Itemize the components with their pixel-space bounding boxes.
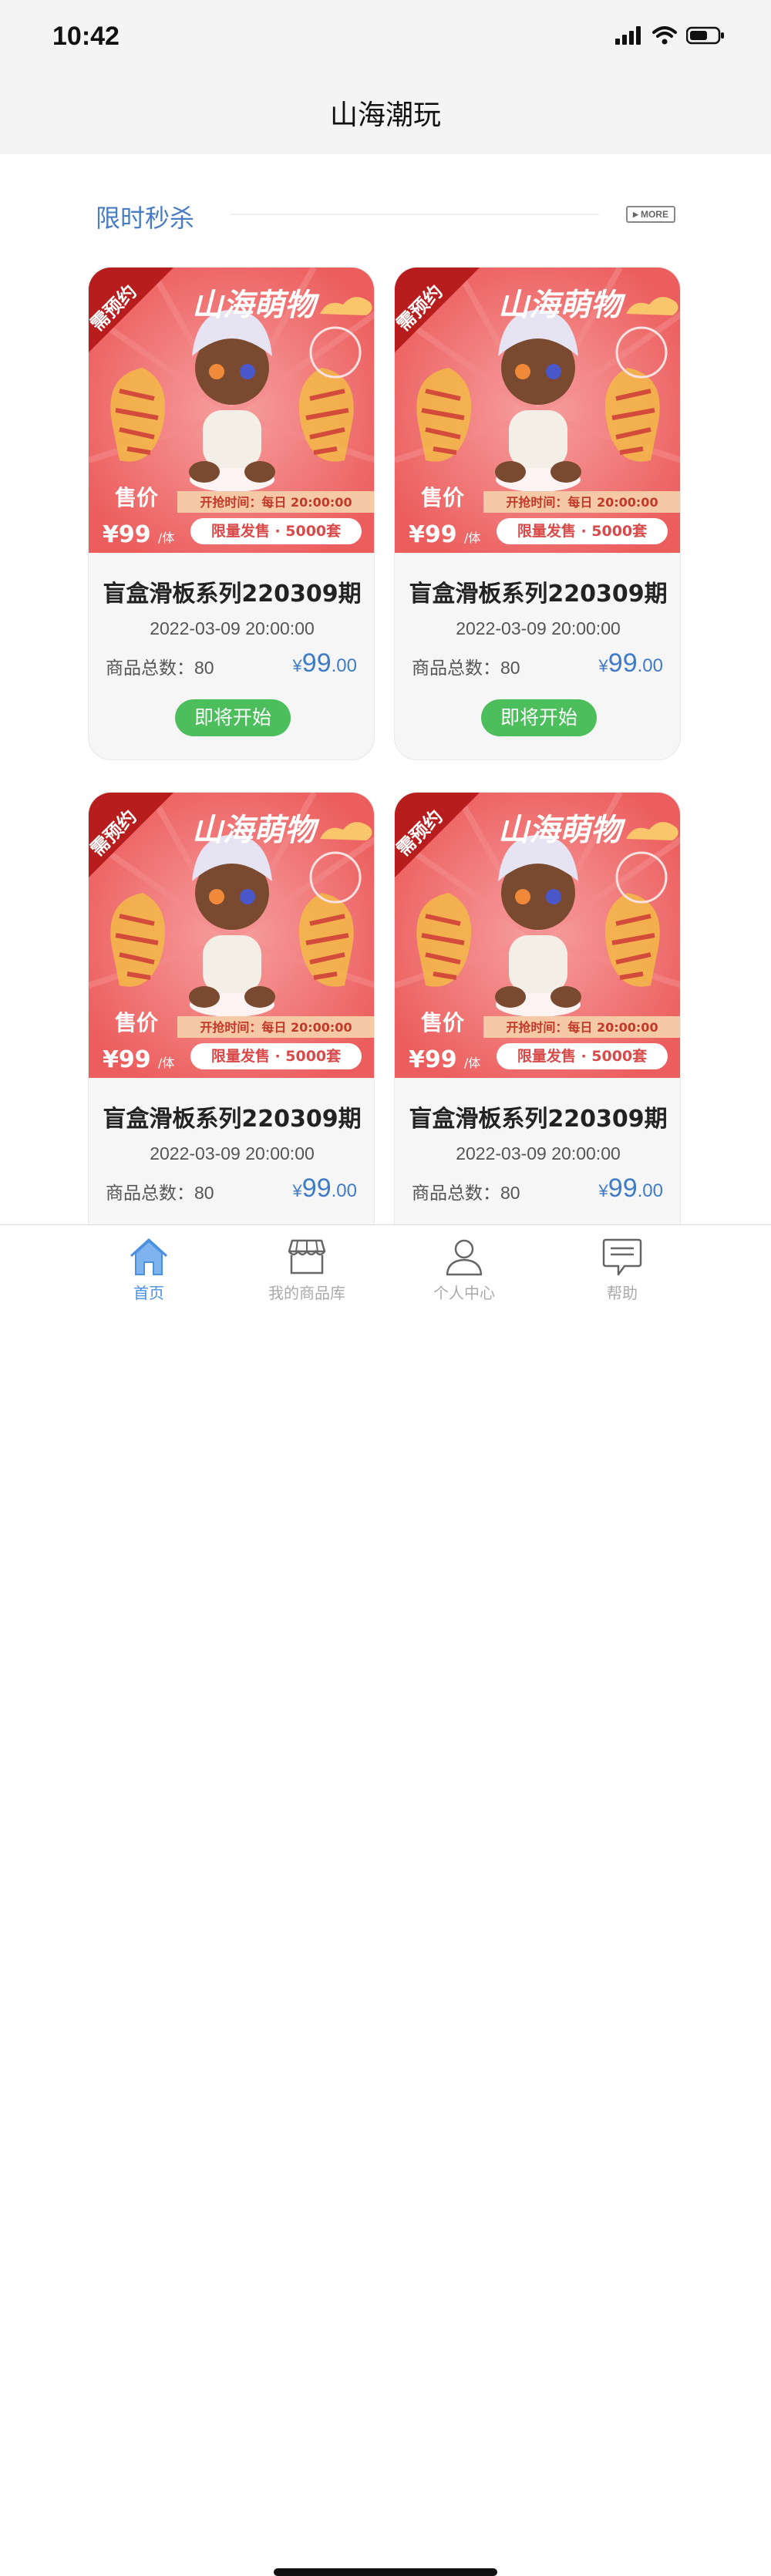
- poster-title: 山海萌物: [192, 812, 320, 848]
- poster-price: ¥99: [103, 1046, 151, 1073]
- price-symbol: ¥: [292, 1181, 302, 1200]
- section-header: 限时秒杀 ▶ MORE: [96, 199, 675, 233]
- start-soon-button[interactable]: 即将开始: [175, 699, 291, 736]
- nav-bar: 山海潮玩: [0, 77, 771, 154]
- tab-home-label: 首页: [133, 1284, 164, 1302]
- product-count-label: 商品总数：: [412, 1184, 500, 1204]
- battery-icon: [686, 26, 724, 45]
- product-card[interactable]: 需预约 山海萌物 开抢时间：每日 20:00:00 限量发售 · 5000套 售…: [394, 792, 681, 1285]
- more-button[interactable]: ▶ MORE: [626, 206, 675, 223]
- poster-price: ¥99: [409, 521, 457, 548]
- chat-icon: [602, 1238, 642, 1276]
- product-time: 2022-03-09 20:00:00: [456, 618, 621, 638]
- poster-open-time: 开抢时间：每日 20:00:00: [200, 495, 352, 510]
- poster-price: ¥99: [103, 521, 151, 548]
- status-bar: 10:42: [0, 0, 771, 77]
- poster-open-time: 开抢时间：每日 20:00:00: [200, 1020, 352, 1035]
- product-name: 盲盒滑板系列220309期: [409, 581, 668, 608]
- poster-price-label: 售价: [421, 1010, 465, 1035]
- tab-store-label: 我的商品库: [268, 1284, 345, 1302]
- price-symbol: ¥: [292, 656, 302, 675]
- home-icon: [130, 1238, 168, 1275]
- product-poster-image: 需预约 山海萌物 开抢时间：每日 20:00:00 限量发售 · 5000套 售…: [89, 268, 374, 553]
- poster-unit: /体: [464, 1056, 480, 1070]
- poster-limited: 限量发售 · 5000套: [517, 522, 648, 540]
- product-count: 商品总数：80: [412, 1178, 520, 1204]
- section-title: 限时秒杀: [96, 204, 195, 233]
- product-count: 商品总数：80: [412, 653, 520, 679]
- price-decimal: .00: [331, 1180, 357, 1201]
- price-integer: 99: [608, 648, 638, 678]
- product-name: 盲盒滑板系列220309期: [409, 1106, 668, 1133]
- product-poster-image: 需预约 山海萌物 开抢时间：每日 20:00:00 限量发售 · 5000套 售…: [89, 793, 374, 1078]
- product-count: 商品总数：80: [106, 1178, 214, 1204]
- poster-open-time: 开抢时间：每日 20:00:00: [506, 495, 658, 510]
- store-icon: [288, 1239, 326, 1275]
- poster-price-label: 售价: [115, 485, 159, 510]
- product-price: ¥99.00: [293, 1174, 357, 1204]
- product-count-value: 80: [500, 1183, 520, 1203]
- price-decimal: .00: [637, 1180, 663, 1201]
- status-icons: [615, 26, 725, 45]
- poster-limited: 限量发售 · 5000套: [211, 522, 342, 540]
- poster-price: ¥99: [409, 1046, 457, 1073]
- product-price: ¥99.00: [293, 648, 357, 679]
- user-icon: [446, 1239, 483, 1276]
- price-symbol: ¥: [598, 1181, 608, 1200]
- product-count-value: 80: [194, 1183, 214, 1203]
- tab-profile[interactable]: 个人中心: [402, 1236, 526, 1303]
- product-count-value: 80: [500, 658, 520, 678]
- product-count-label: 商品总数：: [106, 658, 194, 679]
- tab-home[interactable]: 首页: [87, 1236, 210, 1303]
- product-poster-image: 需预约 山海萌物 开抢时间：每日 20:00:00 限量发售 · 5000套 售…: [395, 268, 680, 553]
- poster-unit: /体: [158, 530, 174, 545]
- product-time: 2022-03-09 20:00:00: [150, 618, 315, 638]
- signal-icon: [615, 26, 641, 45]
- poster-price-label: 售价: [421, 485, 465, 510]
- play-icon: ▶: [633, 210, 638, 218]
- product-price: ¥99.00: [599, 1174, 663, 1204]
- product-count: 商品总数：80: [106, 653, 214, 679]
- tab-help-label: 帮助: [607, 1284, 638, 1302]
- price-symbol: ¥: [598, 656, 608, 675]
- poster-title: 山海萌物: [498, 287, 626, 323]
- wifi-icon: [652, 26, 677, 45]
- page-title: 山海潮玩: [329, 99, 441, 131]
- more-label: MORE: [640, 209, 668, 220]
- poster-limited: 限量发售 · 5000套: [517, 1047, 648, 1065]
- price-decimal: .00: [637, 655, 663, 676]
- price-decimal: .00: [331, 655, 357, 676]
- price-integer: 99: [608, 1174, 638, 1203]
- poster-title: 山海萌物: [192, 287, 320, 323]
- product-time: 2022-03-09 20:00:00: [456, 1143, 621, 1163]
- product-name: 盲盒滑板系列220309期: [103, 581, 362, 608]
- product-count-label: 商品总数：: [106, 1184, 194, 1204]
- tab-store[interactable]: 我的商品库: [245, 1236, 369, 1303]
- product-count-value: 80: [194, 658, 214, 678]
- poster-open-time: 开抢时间：每日 20:00:00: [506, 1020, 658, 1035]
- price-integer: 99: [301, 1174, 332, 1203]
- poster-price-label: 售价: [115, 1010, 159, 1035]
- product-card[interactable]: 需预约 山海萌物 开抢时间：每日 20:00:00 限量发售 · 5000套 售…: [88, 792, 375, 1285]
- poster-unit: /体: [464, 530, 480, 545]
- tab-profile-label: 个人中心: [433, 1284, 495, 1302]
- start-soon-button[interactable]: 即将开始: [481, 699, 597, 736]
- home-indicator: [274, 2568, 497, 2576]
- status-time: 10:42: [52, 22, 120, 51]
- price-integer: 99: [301, 648, 332, 678]
- poster-unit: /体: [158, 1056, 174, 1070]
- product-time: 2022-03-09 20:00:00: [150, 1143, 315, 1163]
- tab-help[interactable]: 帮助: [561, 1236, 684, 1303]
- poster-title: 山海萌物: [498, 812, 626, 848]
- product-name: 盲盒滑板系列220309期: [103, 1106, 362, 1133]
- product-count-label: 商品总数：: [412, 658, 500, 679]
- product-card[interactable]: 需预约 山海萌物 开抢时间：每日 20:00:00 限量发售 · 5000套 售…: [88, 267, 375, 760]
- poster-limited: 限量发售 · 5000套: [211, 1047, 342, 1065]
- product-card[interactable]: 需预约 山海萌物 开抢时间：每日 20:00:00 限量发售 · 5000套 售…: [394, 267, 681, 760]
- product-poster-image: 需预约 山海萌物 开抢时间：每日 20:00:00 限量发售 · 5000套 售…: [395, 793, 680, 1078]
- section-divider: [231, 214, 599, 215]
- tab-bar: 首页 我的商品库 个人中心 帮助: [0, 1224, 771, 2576]
- product-price: ¥99.00: [599, 648, 663, 679]
